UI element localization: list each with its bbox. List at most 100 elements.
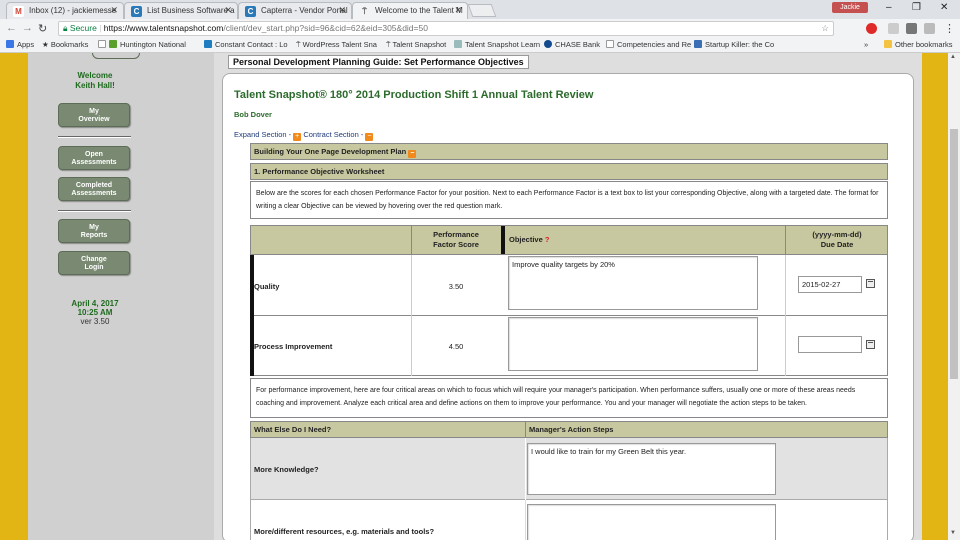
action-steps-column-header: Manager's Action Steps xyxy=(529,425,614,434)
bookmark-huntington[interactable]: Huntington National xyxy=(98,40,186,49)
user-name: Keith Hall! xyxy=(75,81,115,90)
due-date-input[interactable] xyxy=(798,336,862,353)
bookmark-startup-killer[interactable]: Startup Killer: the Co xyxy=(694,40,774,49)
bookmarks-bar: Apps ★ Bookmarks Huntington National Con… xyxy=(0,38,960,53)
bookmark-apps[interactable]: Apps xyxy=(6,40,34,49)
browser-tab-talent[interactable]: ⍑ Welcome to the Talent M ✕ xyxy=(352,2,468,19)
employee-name: Bob Dover xyxy=(234,110,272,119)
tab-title: Welcome to the Talent M xyxy=(375,6,463,15)
row-divider xyxy=(250,316,254,376)
lock-icon: 🔒︎ xyxy=(63,23,68,33)
page-icon xyxy=(454,40,462,48)
need-label: More Knowledge? xyxy=(254,465,319,474)
back-icon[interactable]: ← xyxy=(6,22,17,34)
objective-textarea[interactable] xyxy=(508,317,758,371)
contract-icon[interactable]: − xyxy=(365,133,374,141)
expand-section-label[interactable]: Expand Section - xyxy=(234,130,291,139)
calendar-icon[interactable] xyxy=(866,279,875,288)
bookmark-chase[interactable]: CHASE Bank xyxy=(544,40,600,49)
folder-icon xyxy=(884,40,892,48)
contract-section-label[interactable]: Contract Section - xyxy=(303,130,363,139)
section-toggles: Expand Section - + Contract Section - − xyxy=(234,130,374,141)
review-title: Talent Snapshot® 180° 2014 Production Sh… xyxy=(234,89,594,101)
new-tab-button[interactable] xyxy=(467,4,497,17)
menu-icon[interactable]: ⋮ xyxy=(944,22,955,35)
objective-textarea[interactable]: Improve quality targets by 20% xyxy=(508,256,758,310)
completed-assessments-button[interactable]: Completed Assessments xyxy=(58,177,130,201)
scrollbar-thumb[interactable] xyxy=(950,129,958,379)
talent-snapshot-icon: ⍑ xyxy=(296,40,303,49)
plan-header[interactable]: Building Your One Page Development Plan … xyxy=(250,143,888,160)
factor-label: Process Improvement xyxy=(254,342,333,351)
welcome-label: Welcome xyxy=(77,71,113,80)
sidebar-divider xyxy=(58,136,131,138)
column-divider xyxy=(525,438,526,500)
scroll-up-icon[interactable]: ▲ xyxy=(950,54,956,60)
minimize-icon[interactable]: – xyxy=(886,2,892,13)
extension-icon[interactable] xyxy=(866,23,877,34)
url-host: https://www.talentsnapshot.com xyxy=(103,23,224,33)
objectives-table-header: Performance Factor Score Objective ? (yy… xyxy=(250,225,888,255)
forward-icon[interactable]: → xyxy=(22,22,33,34)
change-login-button[interactable]: Change Login xyxy=(58,251,130,275)
action-steps-textarea[interactable]: I would like to train for my Green Belt … xyxy=(527,443,776,495)
factor-score: 3.50 xyxy=(448,282,464,291)
bookmark-wordpress-talent[interactable]: ⍑ WordPress Talent Sna xyxy=(296,40,377,50)
score-column-header: Performance Factor Score xyxy=(433,230,479,249)
due-date-input[interactable]: 2015-02-27 xyxy=(798,276,862,293)
my-reports-button[interactable]: My Reports xyxy=(58,219,130,243)
improvement-text: For performance improvement, here are fo… xyxy=(250,378,888,418)
tab-title: List Business Software a xyxy=(147,6,235,15)
version: ver 3.50 xyxy=(80,317,110,326)
my-overview-button[interactable]: My Overview xyxy=(58,103,130,127)
calendar-icon[interactable] xyxy=(866,340,875,349)
open-assessments-button[interactable]: Open Assessments xyxy=(58,146,130,170)
close-icon[interactable]: ✕ xyxy=(338,5,346,16)
needs-column-header: What Else Do I Need? xyxy=(254,425,332,434)
browser-tab-gmail[interactable]: M Inbox (12) - jackiemesse ✕ xyxy=(6,2,124,19)
capterra-icon: C xyxy=(131,6,142,17)
reload-icon[interactable]: ↻ xyxy=(38,22,47,35)
close-icon[interactable]: ✕ xyxy=(454,5,462,16)
user-profile-badge[interactable]: Jackie xyxy=(832,2,868,13)
action-steps-textarea[interactable] xyxy=(527,504,776,540)
scroll-down-icon[interactable]: ▼ xyxy=(950,530,956,536)
needs-table-header: What Else Do I Need? Manager's Action St… xyxy=(250,421,888,438)
current-date: April 4, 2017 xyxy=(71,299,119,308)
capterra-icon: C xyxy=(245,6,256,17)
page-viewport: ▲ ▼ Welcome Keith Hall! My Overview Open… xyxy=(0,53,960,540)
close-icon[interactable]: ✕ xyxy=(224,5,232,16)
chase-icon xyxy=(544,40,552,48)
browser-tab-bar: M Inbox (12) - jackiemesse ✕ C List Busi… xyxy=(0,0,960,19)
extension-icon[interactable] xyxy=(888,23,899,34)
bookmarks-overflow[interactable]: » xyxy=(864,40,868,49)
bookmark-bookmarks[interactable]: ★ Bookmarks xyxy=(42,40,88,49)
constant-contact-icon xyxy=(204,40,212,48)
column-divider xyxy=(785,316,786,376)
page-border-left xyxy=(0,53,28,540)
star-icon[interactable]: ☆ xyxy=(821,22,829,35)
restore-icon[interactable]: ❐ xyxy=(912,2,921,13)
bookmark-talent-learn[interactable]: Talent Snapshot Learn xyxy=(454,40,540,49)
sidebar-top-button[interactable] xyxy=(92,53,140,59)
expand-icon[interactable]: + xyxy=(293,133,302,141)
close-icon[interactable]: ✕ xyxy=(110,5,118,16)
help-question-icon[interactable]: ? xyxy=(545,235,550,244)
browser-tab-capterra-list[interactable]: C List Business Software a ✕ xyxy=(124,2,238,19)
worksheet-header-label: 1. Performance Objective Worksheet xyxy=(254,167,385,176)
bookmark-constant-contact[interactable]: Constant Contact : Lo xyxy=(204,40,288,49)
extension-icon[interactable] xyxy=(906,23,917,34)
column-divider xyxy=(785,255,786,316)
url-input[interactable]: 🔒︎ Secure | https://www.talentsnapshot.c… xyxy=(58,21,834,36)
extension-icon[interactable] xyxy=(924,23,935,34)
bookmark-competencies[interactable]: Competencies and Re xyxy=(606,40,691,49)
objective-column-header: Objective ? xyxy=(509,235,550,244)
factor-label: Quality xyxy=(254,282,280,291)
page-border-right xyxy=(922,53,948,540)
browser-tab-capterra-vendor[interactable]: C Capterra - Vendor Portal ✕ xyxy=(238,2,352,19)
other-bookmarks[interactable]: Other bookmarks xyxy=(884,40,953,49)
close-window-icon[interactable]: ✕ xyxy=(940,2,948,13)
collapse-icon[interactable]: − xyxy=(408,150,417,158)
url-path: /client/dev_start.php?sid=96&cid=62&eid=… xyxy=(223,23,428,33)
bookmark-talent-snapshot[interactable]: ⍑ Talent Snapshot xyxy=(386,40,446,50)
